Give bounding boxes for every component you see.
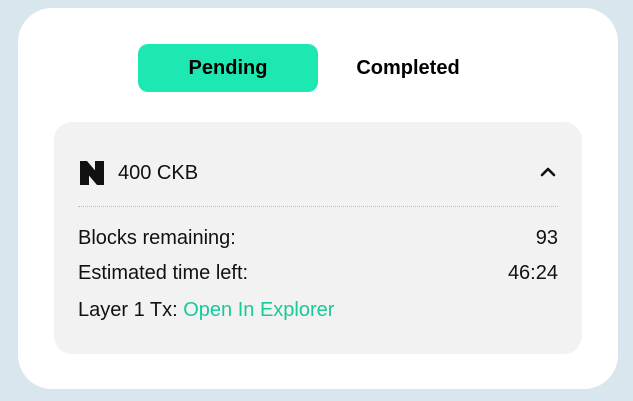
withdrawal-item: 400 CKB Blocks remaining: 93 Estimated t…	[54, 122, 582, 354]
withdrawal-item-header[interactable]: 400 CKB	[78, 156, 558, 190]
blocks-remaining-row: Blocks remaining: 93	[78, 227, 558, 250]
layer1-tx-row: Layer 1 Tx: Open In Explorer	[78, 299, 558, 322]
open-in-explorer-link[interactable]: Open In Explorer	[183, 299, 334, 321]
chevron-up-icon[interactable]	[538, 162, 558, 182]
withdrawal-amount: 400 CKB	[118, 161, 199, 184]
estimated-time-value: 46:24	[507, 262, 558, 284]
blocks-remaining-value: 93	[535, 227, 558, 249]
layer1-tx-label: Layer 1 Tx:	[78, 299, 178, 321]
estimated-time-label: Estimated time left:	[78, 262, 249, 284]
tab-completed[interactable]: Completed	[318, 44, 498, 92]
tab-pending[interactable]: Pending	[138, 44, 318, 92]
divider	[78, 206, 558, 207]
blocks-remaining-label: Blocks remaining:	[78, 227, 236, 249]
withdrawal-card: Pending Completed 400 CKB Blocks remaini…	[18, 8, 618, 389]
status-tabs: Pending Completed	[138, 44, 498, 92]
nervos-logo-icon	[80, 161, 104, 185]
estimated-time-row: Estimated time left: 46:24	[78, 262, 558, 285]
